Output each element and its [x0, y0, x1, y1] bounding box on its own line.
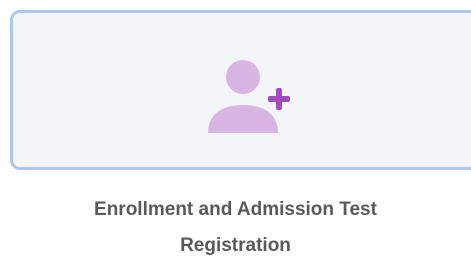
add-user-icon [198, 56, 298, 136]
caption-line-1: Enrollment and Admission Test [94, 199, 377, 220]
enrollment-card[interactable]: Enrollment and Admission Test Registrati… [0, 0, 471, 260]
enrollment-card-tile[interactable] [10, 10, 471, 170]
caption-line-2: Registration [180, 235, 291, 256]
enrollment-card-caption[interactable]: Enrollment and Admission Test Registrati… [0, 192, 471, 260]
